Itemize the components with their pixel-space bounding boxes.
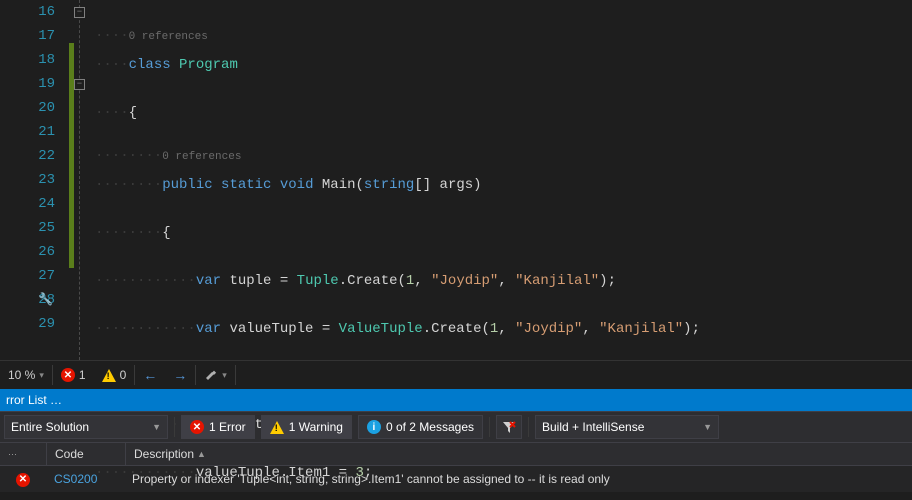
warning-count[interactable]: 0: [94, 368, 135, 382]
code-area[interactable]: ····0 references ····class Program ····{…: [95, 0, 912, 360]
code-editor[interactable]: 161718 192021 222324 252627 28🔧 29 − − ·…: [0, 0, 912, 360]
fold-toggle-method[interactable]: −: [74, 79, 85, 90]
col-description[interactable]: Description ▲: [126, 443, 912, 465]
codelens-references[interactable]: 0 references: [129, 31, 208, 43]
codelens-references[interactable]: 0 references: [162, 151, 241, 163]
nav-back-icon[interactable]: ←: [135, 367, 165, 383]
error-icon: ✕: [16, 473, 30, 487]
error-count[interactable]: ✕1: [53, 368, 94, 382]
quick-action-icon[interactable]: 🔧: [38, 288, 53, 312]
sort-asc-icon: ▲: [197, 449, 206, 459]
warning-icon: [270, 421, 284, 434]
clear-filter-button[interactable]: [496, 415, 522, 439]
error-icon: ✕: [61, 368, 75, 382]
chevron-down-icon: ▼: [152, 422, 161, 432]
errors-filter-button[interactable]: ✕1 Error: [181, 415, 255, 439]
warning-icon: [102, 369, 116, 382]
mode-dropdown[interactable]: Build + IntelliSense▼: [535, 415, 719, 439]
brush-icon[interactable]: ▾: [196, 368, 235, 382]
error-icon: ✕: [190, 420, 204, 434]
col-icon[interactable]: ⋯: [0, 443, 47, 465]
error-list-header[interactable]: ⋯ Code Description ▲: [0, 443, 912, 466]
info-icon: i: [367, 420, 381, 434]
error-description: Property or indexer 'Tuple<int, string, …: [124, 472, 912, 486]
zoom-level[interactable]: 10 % ▾: [0, 368, 52, 382]
change-margin: [67, 0, 77, 360]
fold-toggle-class[interactable]: −: [74, 7, 85, 18]
nav-forward-icon[interactable]: →: [165, 367, 195, 383]
scope-dropdown[interactable]: Entire Solution▼: [4, 415, 168, 439]
line-number-gutter: 161718 192021 222324 252627 28🔧 29: [0, 0, 67, 360]
filter-clear-icon: [502, 420, 516, 434]
messages-filter-button[interactable]: i0 of 2 Messages: [358, 415, 483, 439]
outlining-margin[interactable]: − −: [77, 0, 95, 360]
warnings-filter-button[interactable]: 1 Warning: [261, 415, 352, 439]
chevron-down-icon: ▼: [703, 422, 712, 432]
error-code-link[interactable]: CS0200: [46, 472, 124, 486]
col-code[interactable]: Code: [47, 443, 126, 465]
